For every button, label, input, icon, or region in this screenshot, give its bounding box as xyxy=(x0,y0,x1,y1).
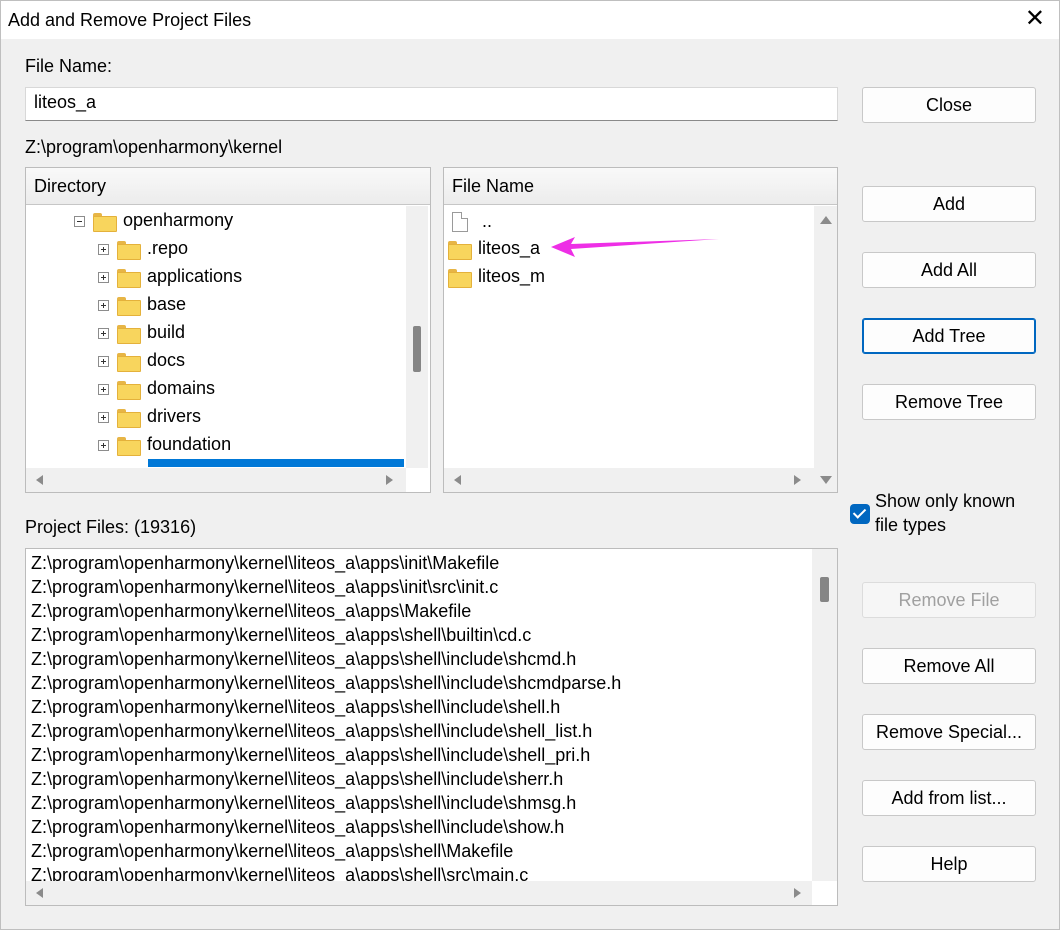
expand-icon[interactable] xyxy=(98,299,109,311)
collapse-icon[interactable] xyxy=(74,215,85,227)
scroll-right-icon[interactable] xyxy=(794,475,801,485)
add-all-button[interactable]: Add All xyxy=(862,252,1036,288)
file-horizontal-scrollbar[interactable] xyxy=(444,468,814,492)
project-file-row[interactable]: Z:\program\openharmony\kernel\liteos_a\a… xyxy=(31,671,621,695)
project-file-row[interactable]: Z:\program\openharmony\kernel\liteos_a\a… xyxy=(31,695,560,719)
directory-vertical-scrollbar[interactable] xyxy=(406,206,428,468)
expand-icon[interactable] xyxy=(98,243,109,255)
expand-icon[interactable] xyxy=(98,383,109,395)
file-vertical-scrollbar[interactable] xyxy=(814,206,837,492)
project-vertical-scrollbar[interactable] xyxy=(812,549,837,881)
scroll-down-icon[interactable] xyxy=(820,476,832,484)
file-item[interactable]: liteos_a xyxy=(448,234,540,262)
file-name-column-header[interactable]: File Name xyxy=(444,168,837,205)
file-item[interactable]: liteos_m xyxy=(448,262,545,290)
expand-icon[interactable] xyxy=(98,271,109,283)
scroll-up-icon[interactable] xyxy=(820,216,832,224)
file-item-parent[interactable]: .. xyxy=(452,207,492,235)
expand-icon[interactable] xyxy=(98,439,109,451)
add-from-list-button[interactable]: Add from list... xyxy=(862,780,1036,816)
scroll-left-icon[interactable] xyxy=(454,475,461,485)
show-known-types-checkbox[interactable] xyxy=(850,504,870,524)
folder-icon xyxy=(448,240,472,260)
project-file-row[interactable]: Z:\program\openharmony\kernel\liteos_a\a… xyxy=(31,599,471,623)
window-title: Add and Remove Project Files xyxy=(8,10,252,30)
show-known-label-line2: file types xyxy=(875,515,947,535)
selected-tree-item[interactable] xyxy=(148,459,404,467)
folder-icon xyxy=(117,436,141,456)
project-file-row[interactable]: Z:\program\openharmony\kernel\liteos_a\a… xyxy=(31,839,513,863)
directory-column-header[interactable]: Directory xyxy=(26,168,430,205)
current-path-label: Z:\program\openharmony\kernel xyxy=(25,137,283,157)
tree-item[interactable]: build xyxy=(98,318,185,346)
add-button[interactable]: Add xyxy=(862,186,1036,222)
project-files-label: Project Files: (19316) xyxy=(25,517,197,537)
folder-icon xyxy=(448,268,472,288)
tree-item[interactable]: docs xyxy=(98,346,185,374)
project-file-row[interactable]: Z:\program\openharmony\kernel\liteos_a\a… xyxy=(31,719,592,743)
file-list[interactable]: File Name .. liteos_a liteos_m xyxy=(443,167,838,493)
tree-item[interactable]: .repo xyxy=(98,234,188,262)
tree-item[interactable]: foundation xyxy=(98,430,231,458)
scroll-left-icon[interactable] xyxy=(36,475,43,485)
remove-file-button[interactable]: Remove File xyxy=(862,582,1036,618)
close-button[interactable]: Close xyxy=(862,87,1036,123)
project-file-row[interactable]: Z:\program\openharmony\kernel\liteos_a\a… xyxy=(31,743,590,767)
file-name-label: File Name: xyxy=(25,56,113,76)
expand-icon[interactable] xyxy=(98,355,109,367)
annotation-arrow xyxy=(551,237,719,257)
project-file-row[interactable]: Z:\program\openharmony\kernel\liteos_a\a… xyxy=(31,767,563,791)
tree-item[interactable]: base xyxy=(98,290,186,318)
directory-header-label: Directory xyxy=(34,176,107,196)
project-file-row[interactable]: Z:\program\openharmony\kernel\liteos_a\a… xyxy=(31,623,531,647)
project-file-row[interactable]: Z:\program\openharmony\kernel\liteos_a\a… xyxy=(31,647,576,671)
expand-icon[interactable] xyxy=(98,411,109,423)
project-files-list[interactable]: Z:\program\openharmony\kernel\liteos_a\a… xyxy=(25,548,838,906)
folder-icon xyxy=(93,212,117,232)
folder-icon xyxy=(117,352,141,372)
show-known-label-line1: Show only known xyxy=(875,491,1016,511)
project-file-row[interactable]: Z:\program\openharmony\kernel\liteos_a\a… xyxy=(31,815,564,839)
scroll-thumb[interactable] xyxy=(413,326,421,372)
tree-item[interactable]: domains xyxy=(98,374,215,402)
scroll-right-icon[interactable] xyxy=(794,888,801,898)
remove-special-button[interactable]: Remove Special... xyxy=(862,714,1036,750)
folder-icon xyxy=(117,296,141,316)
remove-tree-button[interactable]: Remove Tree xyxy=(862,384,1036,420)
folder-icon xyxy=(117,380,141,400)
directory-horizontal-scrollbar[interactable] xyxy=(26,468,406,492)
scroll-left-icon[interactable] xyxy=(36,888,43,898)
add-tree-button[interactable]: Add Tree xyxy=(862,318,1036,354)
add-remove-project-files-dialog: Add and Remove Project Files ✕ File Name… xyxy=(0,0,1060,930)
tree-item[interactable]: applications xyxy=(98,262,242,290)
help-button[interactable]: Help xyxy=(862,846,1036,882)
folder-icon xyxy=(117,240,141,260)
project-file-row[interactable]: Z:\program\openharmony\kernel\liteos_a\a… xyxy=(31,791,576,815)
folder-icon xyxy=(117,408,141,428)
scroll-thumb[interactable] xyxy=(820,577,829,602)
tree-item-openharmony[interactable]: openharmony xyxy=(74,206,233,234)
project-file-row[interactable]: Z:\program\openharmony\kernel\liteos_a\a… xyxy=(31,551,499,575)
file-name-header-label: File Name xyxy=(452,176,535,196)
scroll-right-icon[interactable] xyxy=(386,475,393,485)
project-file-row[interactable]: Z:\program\openharmony\kernel\liteos_a\a… xyxy=(31,575,498,599)
close-window-icon[interactable]: ✕ xyxy=(1025,7,1045,31)
directory-tree[interactable]: Directory openharmony .repo applications b… xyxy=(25,167,431,493)
file-icon xyxy=(452,212,468,233)
file-name-input[interactable]: liteos_a xyxy=(25,87,838,121)
remove-all-button[interactable]: Remove All xyxy=(862,648,1036,684)
title-bar: Add and Remove Project Files ✕ xyxy=(1,1,1059,39)
folder-icon xyxy=(117,324,141,344)
tree-item[interactable]: drivers xyxy=(98,402,201,430)
folder-icon xyxy=(117,268,141,288)
expand-icon[interactable] xyxy=(98,327,109,339)
project-horizontal-scrollbar[interactable] xyxy=(26,881,812,905)
